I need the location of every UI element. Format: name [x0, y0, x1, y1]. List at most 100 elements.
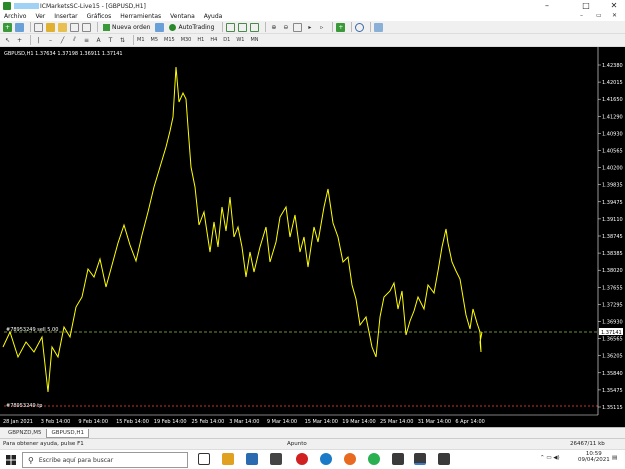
- trendline-icon[interactable]: ╱: [58, 36, 67, 45]
- price-axis-label: 1.38020: [602, 268, 623, 274]
- profiles-icon[interactable]: [15, 22, 24, 32]
- new-chart-icon[interactable]: +: [3, 22, 12, 32]
- time-axis-label: 3 Mar 14:00: [229, 419, 259, 425]
- label-tool-icon[interactable]: T: [106, 36, 115, 45]
- child-close-button[interactable]: ✕: [612, 12, 617, 19]
- arrows-icon[interactable]: ⇅: [118, 36, 127, 45]
- timeframe-m1[interactable]: M1: [137, 37, 145, 43]
- menu-herramientas[interactable]: Herramientas: [120, 13, 161, 20]
- tab-gbpnzd-m5[interactable]: GBPNZD,M5: [3, 428, 46, 438]
- indicators-icon[interactable]: +: [336, 22, 346, 32]
- price-axis-label: 1.40200: [602, 166, 623, 172]
- channel-icon[interactable]: ⫽: [70, 36, 79, 45]
- file-explorer-icon[interactable]: [222, 453, 234, 465]
- price-axis-label: 1.40930: [602, 131, 623, 137]
- firefox-icon[interactable]: [344, 453, 356, 465]
- app-icon-2[interactable]: [270, 453, 282, 465]
- timeframe-m30[interactable]: M30: [181, 37, 192, 43]
- taskbar-search-box[interactable]: ⚲ Escribe aquí para buscar: [22, 452, 188, 468]
- price-chart[interactable]: GBPUSD,H1 1.37634 1.37198 1.36911 1.3714…: [0, 47, 625, 427]
- time-axis-label: 15 Mar 14:00: [305, 419, 338, 425]
- close-button[interactable]: ✕: [603, 0, 625, 12]
- menu-graficos[interactable]: Gráficos: [87, 13, 112, 20]
- timeframe-mn[interactable]: MN: [250, 37, 258, 43]
- taskbar-clock[interactable]: 10:59 09/04/2021: [578, 451, 610, 463]
- bar-chart-icon[interactable]: [226, 22, 236, 32]
- price-series-line: [2, 66, 483, 393]
- price-axis-label: 1.39475: [602, 200, 623, 206]
- market-watch-icon[interactable]: [34, 22, 43, 32]
- metaeditor-icon[interactable]: [155, 22, 165, 32]
- price-axis-label: 1.42380: [602, 63, 623, 69]
- timeframe-w1[interactable]: W1: [236, 37, 244, 43]
- opera-icon[interactable]: [296, 453, 308, 465]
- time-axis-label: 6 Apr 14:00: [455, 419, 484, 425]
- time-axis-label: 3 Feb 14:00: [41, 419, 71, 425]
- tray-icons[interactable]: ⌃ ▭ ◀): [540, 455, 560, 461]
- zoom-out-icon[interactable]: ⊖: [281, 23, 290, 32]
- price-axis-label: 1.36930: [602, 320, 623, 326]
- windows-taskbar: ⚲ Escribe aquí para buscar ⌃ ▭ ◀) 10:59 …: [0, 449, 625, 469]
- time-axis-label: 28 Jan 2021: [3, 419, 33, 425]
- timeframe-h1[interactable]: H1: [197, 37, 204, 43]
- candlestick-icon[interactable]: [238, 22, 248, 32]
- autoscroll-icon[interactable]: ▸: [305, 23, 314, 32]
- tab-gbpusd-h1[interactable]: GBPUSD,H1: [46, 428, 89, 438]
- templates-icon[interactable]: [374, 22, 384, 32]
- time-axis-label: 15 Feb 14:00: [116, 419, 149, 425]
- status-help-text: Para obtener ayuda, pulse F1: [3, 441, 84, 447]
- price-axis-label: 1.38385: [602, 251, 623, 257]
- new-order-button[interactable]: Nueva orden: [101, 22, 152, 32]
- data-window-icon[interactable]: [46, 22, 55, 32]
- notifications-icon[interactable]: ▤: [612, 455, 617, 461]
- text-tool-icon[interactable]: A: [94, 36, 103, 45]
- child-minimize-button[interactable]: –: [580, 12, 583, 19]
- app-icon-1[interactable]: [246, 453, 258, 465]
- menu-ver[interactable]: Ver: [35, 13, 45, 20]
- chart-shift-icon[interactable]: ▹: [317, 23, 326, 32]
- price-axis-label: 1.35840: [602, 371, 623, 377]
- menu-insertar[interactable]: Insertar: [54, 13, 77, 20]
- maximize-button[interactable]: □: [575, 0, 597, 12]
- child-restore-button[interactable]: ▭: [596, 12, 602, 19]
- windows-start-icon[interactable]: [6, 455, 16, 465]
- price-axis-label: 1.41290: [602, 114, 623, 120]
- timeframe-m5[interactable]: M5: [151, 37, 159, 43]
- timeframe-d1[interactable]: D1: [223, 37, 230, 43]
- vertical-line-icon[interactable]: |: [34, 36, 43, 45]
- navigator-icon[interactable]: [58, 22, 67, 32]
- terminal-icon[interactable]: [70, 22, 79, 32]
- price-axis-label: 1.35475: [602, 388, 623, 394]
- metatrader-icon-3[interactable]: [438, 453, 450, 465]
- menu-archivo[interactable]: Archivo: [4, 13, 26, 20]
- cursor-icon[interactable]: ↖: [3, 36, 12, 45]
- strategy-tester-icon[interactable]: [82, 22, 91, 32]
- periods-icon[interactable]: [355, 22, 365, 32]
- chart-tabs: GBPNZD,M5 GBPUSD,H1: [0, 427, 625, 438]
- zoom-in-icon[interactable]: ⊕: [269, 23, 278, 32]
- autotrading-button[interactable]: AutoTrading: [167, 22, 216, 32]
- current-price-label: 1.37141: [601, 330, 622, 336]
- metatrader-icon-1[interactable]: [392, 453, 404, 465]
- task-view-icon[interactable]: [198, 453, 210, 465]
- menu-ventana[interactable]: Ventana: [170, 13, 195, 20]
- menu-ayuda[interactable]: Ayuda: [204, 13, 223, 20]
- crosshair-icon[interactable]: +: [15, 36, 24, 45]
- timeframe-h4[interactable]: H4: [210, 37, 217, 43]
- horizontal-line-icon[interactable]: –: [46, 36, 55, 45]
- status-traffic: 26467/11 kb: [570, 441, 605, 447]
- new-order-icon: [103, 23, 110, 31]
- timeframe-m15[interactable]: M15: [164, 37, 175, 43]
- fibonacci-icon[interactable]: ≡: [82, 36, 91, 45]
- time-axis-label: 25 Mar 14:00: [380, 419, 413, 425]
- tile-windows-icon[interactable]: [293, 22, 303, 32]
- line-chart-icon[interactable]: [250, 22, 260, 32]
- metatrader-icon-2[interactable]: [414, 453, 426, 465]
- spotify-icon[interactable]: [368, 453, 380, 465]
- drawing-toolbar: ↖ + | – ╱ ⫽ ≡ A T ⇅ M1 M5 M15 M30 H1 H4 …: [0, 34, 625, 47]
- edge-icon[interactable]: [320, 453, 332, 465]
- minimize-button[interactable]: –: [536, 0, 558, 12]
- taskbar-search-placeholder: Escribe aquí para buscar: [38, 456, 114, 464]
- status-bar: Para obtener ayuda, pulse F1 Apunto 2646…: [0, 438, 625, 449]
- price-axis-label: 1.42015: [602, 80, 623, 86]
